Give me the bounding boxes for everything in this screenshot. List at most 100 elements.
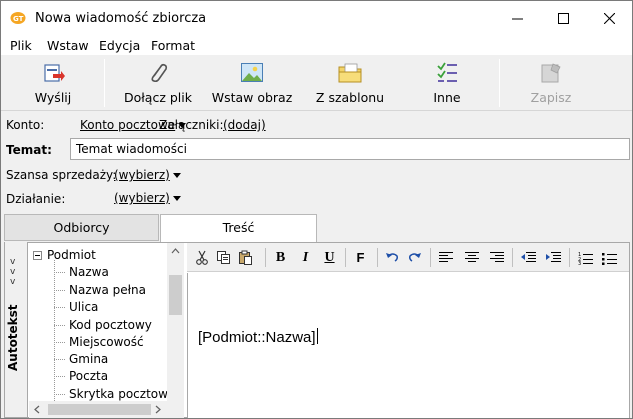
- align-left-icon: [438, 252, 453, 262]
- send-button[interactable]: Wyślij: [27, 57, 79, 109]
- save-button[interactable]: Zapisz: [523, 57, 579, 109]
- action-value: (wybierz): [114, 191, 170, 205]
- action-dropdown[interactable]: (wybierz): [114, 191, 181, 205]
- tree-root-subject[interactable]: Podmiot: [47, 248, 96, 262]
- save-icon: [541, 63, 561, 83]
- chevron-down-icon[interactable]: v: [10, 277, 15, 287]
- dropdown-arrow-icon: [172, 173, 181, 178]
- sales-opportunity-value: (wybierz): [114, 168, 170, 182]
- subject-label: Temat:: [6, 143, 52, 157]
- undo-icon: [386, 253, 398, 262]
- scrollbar-graphics: [169, 248, 182, 315]
- checklist-icon: [437, 62, 457, 82]
- align-left-button[interactable]: [437, 249, 454, 266]
- toolbar-separator: [377, 248, 378, 267]
- attach-file-button[interactable]: Dołącz plik: [118, 57, 198, 109]
- scrollbar-graphics: [34, 404, 161, 415]
- tab-recipients[interactable]: Odbiorcy: [4, 214, 159, 241]
- paste-button[interactable]: [237, 249, 254, 266]
- tree-item[interactable]: Kod pocztowy: [69, 318, 152, 332]
- undo-button[interactable]: [384, 249, 401, 266]
- editor-content[interactable]: [Podmiot::Nazwa]: [198, 328, 318, 346]
- tree-item[interactable]: Nazwa pełna: [69, 283, 146, 297]
- toolbar-separator: [569, 248, 570, 267]
- menu-bar: Plik Wstaw Edycja Format: [1, 35, 632, 55]
- account-label: Konto:: [6, 118, 45, 132]
- tree-item[interactable]: Gmina: [69, 352, 108, 366]
- scissors-icon: [195, 250, 208, 265]
- toolbar-separator: [430, 248, 431, 267]
- tab-content[interactable]: Treść: [160, 214, 317, 243]
- toolbar: Wyślij Dołącz plik Wstaw obraz Z szablon…: [1, 55, 632, 111]
- outdent-icon: [521, 252, 536, 262]
- redo-button[interactable]: [406, 249, 423, 266]
- tree-item[interactable]: Nazwa: [69, 265, 109, 279]
- decrease-indent-button[interactable]: [520, 249, 537, 266]
- toolbar-separator: [265, 248, 266, 267]
- paste-icon: [239, 250, 252, 265]
- message-editor[interactable]: [Podmiot::Nazwa]: [187, 273, 629, 418]
- minimize-icon: [511, 18, 523, 19]
- underline-button[interactable]: U: [321, 249, 338, 266]
- autotext-label: Autotekst: [6, 304, 20, 371]
- bold-button[interactable]: B: [272, 249, 289, 266]
- tree-item[interactable]: Ulica: [69, 300, 98, 314]
- from-template-button[interactable]: Z szablonu: [308, 57, 392, 109]
- toolbar-separator: [104, 59, 105, 107]
- align-center-button[interactable]: [463, 249, 480, 266]
- app-logo-icon: GT: [10, 12, 26, 24]
- tree-item[interactable]: Skrytka pocztowa: [69, 387, 175, 401]
- image-icon: [241, 63, 263, 82]
- close-button[interactable]: [586, 1, 632, 35]
- menu-format[interactable]: Format: [151, 38, 195, 53]
- italic-button[interactable]: I: [297, 249, 314, 266]
- insert-image-button[interactable]: Wstaw obraz: [204, 57, 300, 109]
- paperclip-icon: [151, 63, 168, 83]
- save-label: Zapisz: [530, 90, 572, 105]
- editor-text: [Podmiot::Nazwa]: [198, 329, 316, 346]
- other-label: Inne: [433, 90, 461, 105]
- tree-item[interactable]: Miejscowość: [69, 335, 144, 349]
- copy-icon: [217, 251, 230, 264]
- add-attachment-link[interactable]: (dodaj): [223, 118, 266, 132]
- numbered-list-button[interactable]: 123: [577, 249, 594, 266]
- font-button[interactable]: F: [352, 249, 369, 266]
- toolbar-separator: [499, 59, 500, 107]
- indent-icon: [546, 252, 561, 262]
- other-button[interactable]: Inne: [421, 57, 473, 109]
- editor-toolbar: B I U F 123: [187, 243, 629, 272]
- align-right-button[interactable]: [488, 249, 505, 266]
- chevron-down-icon[interactable]: v: [10, 257, 15, 267]
- sales-opportunity-label: Szansa sprzedaży:: [6, 168, 117, 182]
- insert-image-label: Wstaw obraz: [211, 90, 293, 105]
- tree-horizontal-scrollbar[interactable]: [29, 401, 184, 418]
- dropdown-arrow-icon: [172, 196, 181, 201]
- chevron-down-icon[interactable]: v: [10, 267, 15, 277]
- send-label: Wyślij: [34, 90, 72, 105]
- menu-file[interactable]: Plik: [10, 38, 32, 53]
- title-bar: GT Nowa wiadomość zbiorcza: [1, 1, 632, 35]
- maximize-icon: [557, 12, 569, 24]
- cut-button[interactable]: [193, 249, 210, 266]
- attachments-label: Załączniki:: [159, 118, 224, 132]
- minimize-button[interactable]: [494, 1, 540, 35]
- tree-item[interactable]: Poczta: [69, 369, 108, 383]
- copy-button[interactable]: [215, 249, 232, 266]
- toolbar-separator: [345, 248, 346, 267]
- svg-text:GT: GT: [13, 15, 24, 23]
- tree-vertical-scrollbar[interactable]: [167, 243, 184, 401]
- sales-opportunity-dropdown[interactable]: (wybierz): [114, 168, 181, 182]
- subject-input[interactable]: Temat wiadomości: [70, 138, 630, 160]
- template-folder-icon: [338, 63, 362, 83]
- menu-insert[interactable]: Wstaw: [47, 38, 89, 53]
- increase-indent-button[interactable]: [545, 249, 562, 266]
- window-title: Nowa wiadomość zbiorcza: [35, 11, 207, 26]
- toolbar-separator: [512, 248, 513, 267]
- menu-edit[interactable]: Edycja: [99, 38, 140, 53]
- bullet-list-button[interactable]: [601, 249, 618, 266]
- numbered-list-icon: 123: [578, 252, 593, 265]
- close-icon: [603, 12, 615, 24]
- maximize-button[interactable]: [540, 1, 586, 35]
- svg-text:3: 3: [578, 261, 581, 265]
- from-template-label: Z szablonu: [315, 90, 385, 105]
